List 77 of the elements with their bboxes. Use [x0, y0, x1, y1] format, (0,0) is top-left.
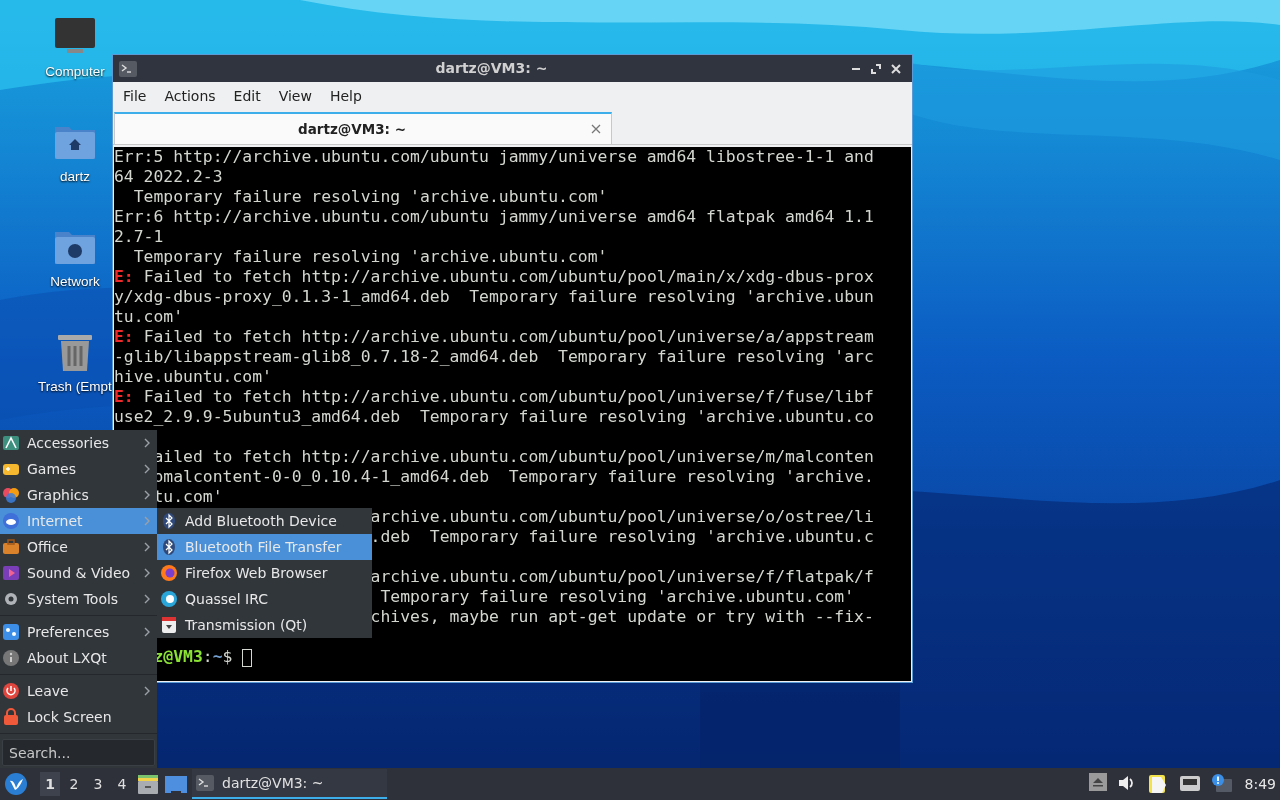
- close-tab-button[interactable]: [589, 122, 603, 136]
- terminal-line: Err:5 http://archive.ubuntu.com/ubuntu jammy/universe amd64 libostree-1-1 and: [114, 147, 874, 166]
- desktop-button[interactable]: 3: [88, 772, 108, 796]
- maximize-icon: [871, 63, 881, 74]
- terminal-line: 2.7-1: [114, 227, 164, 246]
- menu-item[interactable]: Transmission (Qt): [157, 612, 372, 638]
- browser-icon: [160, 564, 178, 582]
- error-label: E:: [114, 387, 134, 406]
- terminal-line: Failed to fetch http://archive.ubuntu.com/ubuntu/pool/universe/f/fuse/libf: [143, 387, 874, 406]
- clock[interactable]: 8:49: [1244, 773, 1276, 795]
- briefcase-icon: [2, 538, 20, 556]
- terminal-line: Temporary failure resolving 'archive.ubuntu.com': [133, 187, 608, 206]
- notification-icon[interactable]: [1210, 773, 1233, 795]
- icon-label[interactable]: dartz: [60, 167, 90, 188]
- terminal-line: archive.ubuntu.com/ubuntu/pool/universe/f/flatpak/f: [370, 567, 874, 586]
- preferences-icon: [2, 623, 20, 641]
- bluetooth-icon: [160, 538, 178, 556]
- menu-item[interactable]: Leave: [0, 678, 157, 704]
- terminal-icon: [196, 775, 214, 791]
- terminal-line: 64 2022.2-3: [114, 167, 223, 186]
- transmission-icon: [160, 616, 178, 634]
- clipboard-icon[interactable]: [1146, 773, 1169, 795]
- prompt-symbol: $: [222, 647, 233, 666]
- palette-icon: [2, 486, 20, 504]
- search-field[interactable]: Search...: [2, 739, 155, 766]
- info-icon: [2, 649, 20, 667]
- terminal-line: Temporary failure resolving 'archive.ubuntu.com': [380, 587, 855, 606]
- terminal-line: chives, maybe run apt-get update or try with --fix-: [370, 607, 874, 626]
- power-icon: [2, 682, 20, 700]
- desktop-button[interactable]: 2: [64, 772, 84, 796]
- lock-icon: [2, 708, 20, 726]
- terminal-line: tu.com': [114, 307, 184, 326]
- terminal-line: hive.ubuntu.com': [114, 367, 272, 386]
- terminal-line: use2_2.9.9-5ubuntu3_amd64.deb Temporary failure resolving 'archive.ubuntu.co: [114, 407, 874, 426]
- menu-item[interactable]: Office: [0, 534, 157, 560]
- error-label: E:: [114, 267, 134, 286]
- icon-label[interactable]: Network: [50, 272, 100, 293]
- menu-item[interactable]: File: [115, 86, 155, 107]
- menu-item[interactable]: View: [270, 86, 320, 107]
- menu-item[interactable]: Add Bluetooth Device: [157, 508, 372, 534]
- media-icon: [2, 564, 20, 582]
- menu-item[interactable]: Preferences: [0, 619, 157, 645]
- terminal-line: archive.ubuntu.com/ubuntu/pool/universe/o/ostree/li: [370, 507, 874, 526]
- terminal-line: -glib/libappstream-glib8_0.7.18-2_amd64.deb Temporary failure resolving 'arc: [114, 347, 874, 366]
- start-icon[interactable]: [4, 772, 28, 796]
- icon-label[interactable]: Trash (Empt: [38, 377, 112, 398]
- terminal-line: y/xdg-dbus-proxy_0.1.3-1_amd64.deb Temporary failure resolving 'archive.ubun: [114, 287, 874, 306]
- desktop-button[interactable]: 4: [112, 772, 132, 796]
- terminal-line: Failed to fetch http://archive.ubuntu.com/ubuntu/pool/main/x/xdg-dbus-prox: [143, 267, 874, 286]
- menu-item[interactable]: Firefox Web Browser: [157, 560, 372, 586]
- chat-icon: [160, 590, 178, 608]
- cursor: [242, 648, 253, 667]
- globe-icon: [2, 512, 20, 530]
- accessories-icon: [2, 434, 20, 452]
- menu-item[interactable]: Help: [321, 86, 370, 107]
- menu-item[interactable]: Edit: [225, 86, 269, 107]
- error-label: E:: [114, 327, 134, 346]
- tab[interactable]: dartz@VM3: ~: [114, 112, 612, 144]
- file-cabinet-icon[interactable]: [136, 772, 160, 796]
- menu-item[interactable]: Actions: [156, 86, 224, 107]
- prompt-path: ~: [212, 647, 223, 666]
- task-button[interactable]: dartz@VM3: ~: [192, 769, 387, 799]
- desktop-button[interactable]: 1: [40, 772, 60, 796]
- terminal-line: .deb Temporary failure resolving 'archive.ubuntu.c: [370, 527, 874, 546]
- terminal-line: Failed to fetch http://archive.ubuntu.com/ubuntu/pool/universe/a/appstream: [143, 327, 874, 346]
- menu-item[interactable]: Lock Screen: [0, 704, 157, 730]
- menu-item[interactable]: System Tools: [0, 586, 157, 612]
- window-title: dartz@VM3: ~: [434, 59, 549, 78]
- terminal-line: Err:6 http://archive.ubuntu.com/ubuntu jammy/universe amd64 flatpak amd64 1.1: [114, 207, 874, 226]
- menu-item[interactable]: Sound & Video: [0, 560, 157, 586]
- bluetooth-icon: [160, 512, 178, 530]
- menu-item[interactable]: Accessories: [0, 430, 157, 456]
- terminal-icon: [119, 60, 137, 77]
- close-icon: [891, 63, 901, 74]
- prompt-separator: :: [202, 647, 213, 666]
- terminal-line: Temporary failure resolving 'archive.ubuntu.com': [133, 247, 608, 266]
- menu-item[interactable]: Quassel IRC: [157, 586, 372, 612]
